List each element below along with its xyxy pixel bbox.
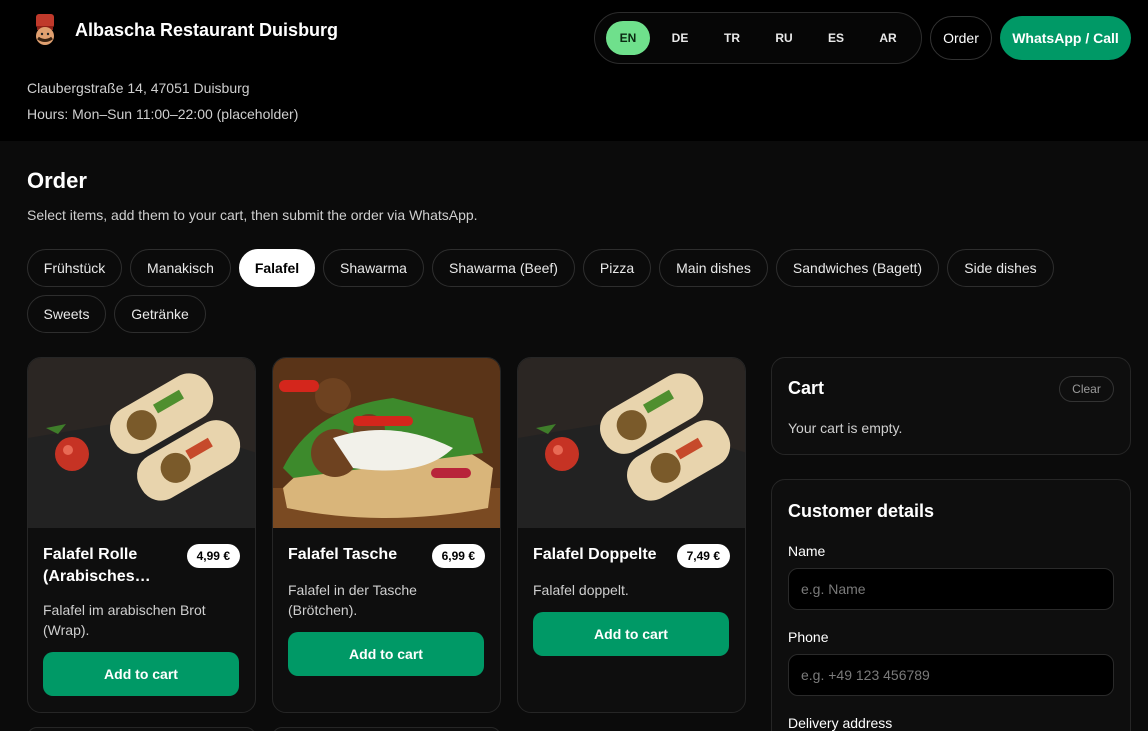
cart-title: Cart [788, 378, 825, 398]
category-chip-falafel[interactable]: Falafel [239, 249, 315, 287]
customer-details-title: Customer details [788, 501, 935, 521]
opening-hours: Hours: Mon–Sun 11:00–22:00 (placeholder) [27, 106, 299, 122]
order-nav-button[interactable]: Order [930, 16, 992, 60]
product-price: 7,49 € [676, 544, 730, 568]
site-title: Albascha Restaurant Duisburg [75, 20, 339, 40]
site-header: Albascha Restaurant Duisburg Claubergstr… [0, 0, 1148, 141]
product-name: Falafel Rolle (Arabisches… [43, 546, 151, 585]
lang-tr-button[interactable]: TR [710, 21, 754, 55]
whatsapp-call-button[interactable]: WhatsApp / Call [1000, 16, 1131, 60]
product-name: Falafel Doppelte [533, 546, 657, 563]
category-chip-getranke[interactable]: Getränke [114, 295, 206, 333]
phone-input[interactable] [788, 654, 1114, 696]
product-price: 4,99 € [186, 544, 240, 568]
phone-label: Phone [788, 629, 829, 645]
category-chip-shawarma-beef[interactable]: Shawarma (Beef) [432, 249, 575, 287]
category-chip-sweets[interactable]: Sweets [27, 295, 106, 333]
product-description: Falafel doppelt. [533, 582, 629, 598]
category-chip-sandwiches[interactable]: Sandwiches (Bagett) [776, 249, 939, 287]
product-description: Falafel in der Tasche (Brötchen). [288, 582, 417, 618]
name-label: Name [788, 543, 826, 559]
product-card: Falafel Rolle (Arabisches… 4,99 € Falafe… [27, 357, 256, 713]
lang-ar-button[interactable]: AR [866, 21, 910, 55]
cart-empty-message: Your cart is empty. [788, 420, 903, 436]
add-to-cart-button[interactable]: Add to cart [288, 632, 484, 676]
lang-ru-button[interactable]: RU [762, 21, 806, 55]
product-description: Falafel im arabischen Brot (Wrap). [43, 602, 206, 638]
category-chip-side-dishes[interactable]: Side dishes [947, 249, 1054, 287]
name-input[interactable] [788, 568, 1114, 610]
lang-de-button[interactable]: DE [658, 21, 702, 55]
page-title: Order [27, 168, 87, 193]
page-subtitle: Select items, add them to your cart, the… [27, 207, 478, 223]
falafel-wrap-image [518, 358, 745, 528]
restaurant-address: Claubergstraße 14, 47051 Duisburg [27, 80, 250, 96]
lang-es-button[interactable]: ES [814, 21, 858, 55]
product-price: 6,99 € [431, 544, 485, 568]
delivery-address-label: Delivery address [788, 715, 893, 731]
category-chip-fruhstuck[interactable]: Frühstück [27, 249, 122, 287]
category-chip-main-dishes[interactable]: Main dishes [659, 249, 768, 287]
product-card: Falafel Tasche 6,99 € Falafel in der Tas… [272, 357, 501, 713]
category-chip-pizza[interactable]: Pizza [583, 249, 651, 287]
add-to-cart-button[interactable]: Add to cart [533, 612, 729, 656]
customer-details-panel: Customer details Name Phone Delivery add… [771, 479, 1131, 731]
chef-logo-icon [36, 14, 54, 45]
falafel-wrap-image [28, 358, 255, 528]
category-chip-manakisch[interactable]: Manakisch [130, 249, 231, 287]
lang-en-button[interactable]: EN [606, 21, 650, 55]
language-switcher: EN DE TR RU ES AR [594, 12, 922, 64]
product-card-next-row [272, 727, 501, 731]
clear-cart-button[interactable]: Clear [1059, 376, 1114, 402]
falafel-pita-image [273, 358, 500, 528]
category-chip-shawarma[interactable]: Shawarma [323, 249, 424, 287]
product-card-next-row [27, 727, 256, 731]
product-card: Falafel Doppelte 7,49 € Falafel doppelt.… [517, 357, 746, 713]
cart-panel: Cart Clear Your cart is empty. [771, 357, 1131, 455]
add-to-cart-button[interactable]: Add to cart [43, 652, 239, 696]
product-name: Falafel Tasche [288, 546, 398, 563]
